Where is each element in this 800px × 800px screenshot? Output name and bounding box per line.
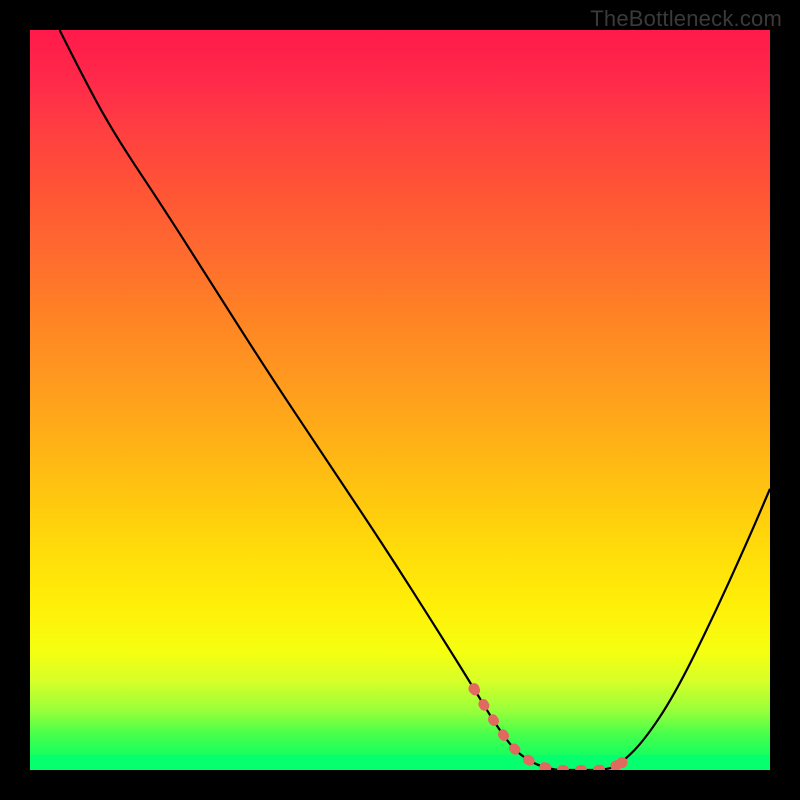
watermark-text: TheBottleneck.com [590,6,782,32]
bottom-green-band [30,755,770,770]
plot-area [30,30,770,770]
gradient-background [30,30,770,770]
chart-container: TheBottleneck.com [0,0,800,800]
